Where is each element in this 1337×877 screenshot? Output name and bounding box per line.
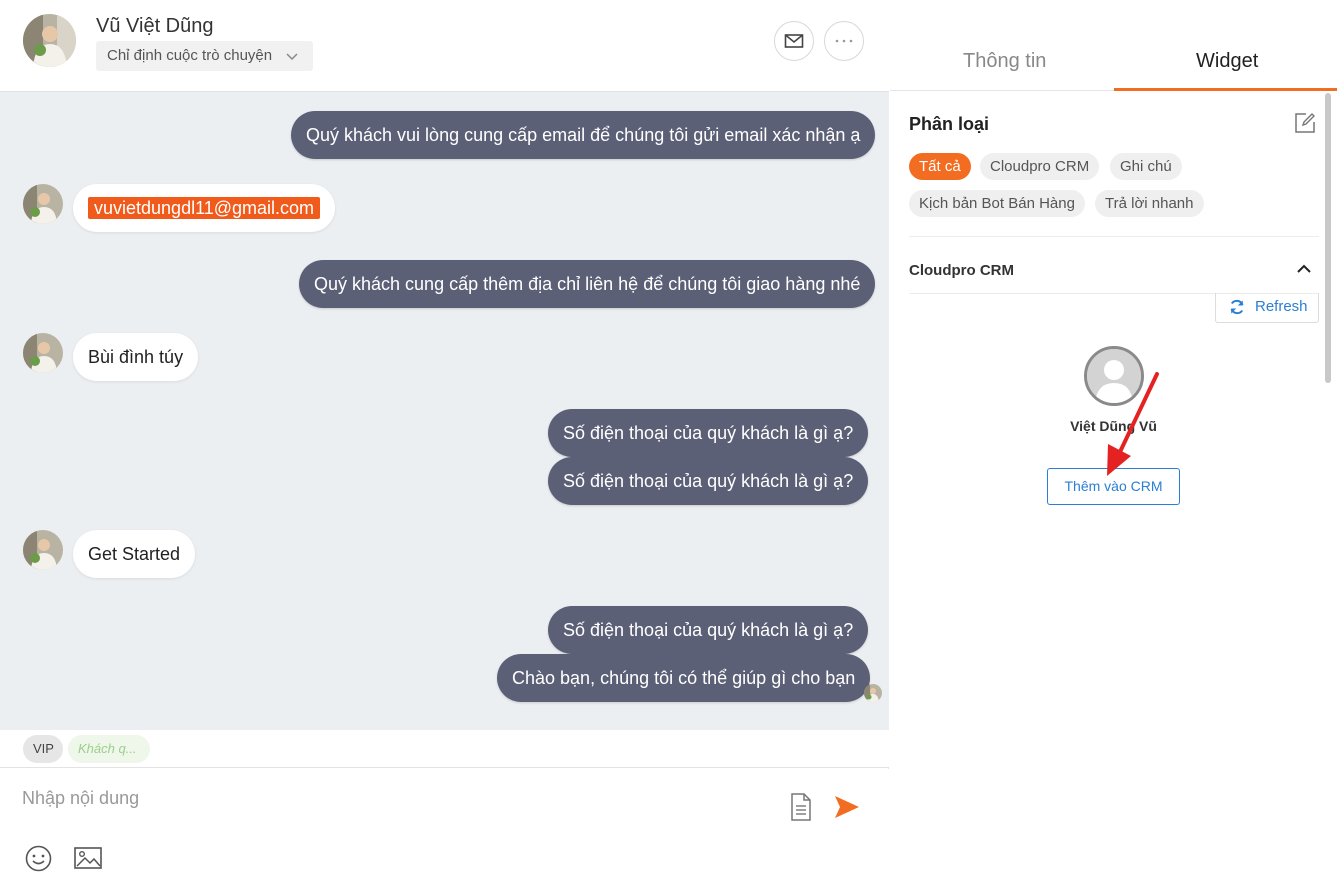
mail-icon <box>784 34 804 48</box>
message-composer <box>0 769 889 875</box>
mail-button[interactable] <box>774 21 814 61</box>
refresh-icon <box>1230 299 1244 315</box>
assign-conversation-dropdown[interactable]: Chỉ định cuộc trò chuyện <box>96 41 313 71</box>
emoji-icon[interactable] <box>25 845 52 877</box>
filter-tra-loi-nhanh[interactable]: Trả lời nhanh <box>1095 190 1204 217</box>
active-tab-indicator <box>1114 88 1337 91</box>
message-input[interactable] <box>22 785 762 811</box>
divider <box>909 236 1319 237</box>
user-placeholder-icon <box>1084 346 1144 406</box>
tag-vip[interactable]: VIP <box>23 735 63 763</box>
filter-ghi-chu[interactable]: Ghi chú <box>1110 153 1182 180</box>
filter-kich-ban-bot[interactable]: Kịch bản Bot Bán Hàng <box>909 190 1085 217</box>
scrollbar[interactable] <box>1325 93 1331 383</box>
tab-widget[interactable]: Widget <box>1196 50 1258 73</box>
customer-tag-bar: VIP Khách q... <box>0 730 889 768</box>
crm-section-title: Cloudpro CRM <box>909 262 1014 279</box>
message-incoming: Get Started <box>73 530 196 578</box>
panel-tabs: Thông tin Widget <box>890 0 1337 91</box>
sender-avatar <box>23 333 63 373</box>
filter-all[interactable]: Tất cả <box>909 153 971 180</box>
classification-title: Phân loại <box>909 114 990 134</box>
chevron-down-icon <box>285 49 299 66</box>
seen-avatar <box>864 684 882 702</box>
message-incoming: Bùi đình túy <box>73 333 199 381</box>
add-to-crm-button[interactable]: Thêm vào CRM <box>1047 468 1180 505</box>
refresh-label: Refresh <box>1255 298 1308 315</box>
filter-cloudpro-crm[interactable]: Cloudpro CRM <box>980 153 1100 180</box>
message-incoming: vuvietdungdl11@gmail.com <box>73 184 336 232</box>
more-options-button[interactable] <box>824 21 864 61</box>
image-icon[interactable] <box>74 847 102 874</box>
side-panel: Thông tin Widget Phân loại Tất cả Cloudp… <box>890 0 1337 875</box>
tab-thong-tin[interactable]: Thông tin <box>963 50 1046 73</box>
email-highlight[interactable]: vuvietdungdl11@gmail.com <box>88 197 321 219</box>
message-outgoing: Chào bạn, chúng tôi có thể giúp gì cho b… <box>497 654 871 702</box>
sender-avatar <box>23 530 63 570</box>
edit-icon[interactable] <box>1294 112 1316 139</box>
message-outgoing: Số điện thoại của quý khách là gì ạ? <box>548 606 869 654</box>
send-icon[interactable] <box>834 795 860 824</box>
message-outgoing: Quý khách cung cấp thêm địa chỉ liên hệ … <box>299 260 876 308</box>
assign-conversation-label: Chỉ định cuộc trò chuyện <box>107 47 273 64</box>
sender-avatar <box>23 184 63 224</box>
crm-contact-name: Việt Dũng Vũ <box>1070 418 1157 434</box>
message-outgoing: Số điện thoại của quý khách là gì ạ? <box>548 457 869 505</box>
chat-panel: Vũ Việt Dũng Chỉ định cuộc trò chuyện Qu… <box>0 0 889 875</box>
document-icon[interactable] <box>790 793 812 826</box>
more-icon <box>835 39 853 43</box>
message-outgoing: Số điện thoại của quý khách là gì ạ? <box>548 409 869 457</box>
refresh-button[interactable]: Refresh <box>1215 293 1319 323</box>
contact-avatar[interactable] <box>23 14 76 67</box>
contact-name: Vũ Việt Dũng <box>96 15 214 37</box>
message-list[interactable]: Quý khách vui lòng cung cấp email để chú… <box>0 92 889 730</box>
message-outgoing: Quý khách vui lòng cung cấp email để chú… <box>291 111 876 159</box>
chat-header: Vũ Việt Dũng Chỉ định cuộc trò chuyện <box>0 0 889 92</box>
chevron-up-icon[interactable] <box>1296 262 1312 280</box>
tag-khach[interactable]: Khách q... <box>68 735 150 763</box>
